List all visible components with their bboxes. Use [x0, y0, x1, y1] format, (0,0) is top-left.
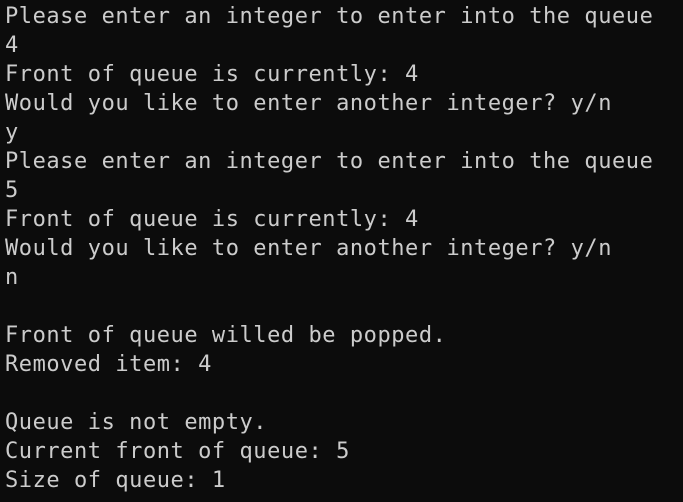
queue-size-status: Size of queue: 1: [5, 468, 226, 493]
user-input-value: 4: [5, 33, 19, 58]
prompt-continue: Would you like to enter another integer?…: [5, 91, 612, 116]
prompt-enter-integer: Please enter an integer to enter into th…: [5, 4, 654, 29]
removed-item-status: Removed item: 4: [5, 352, 212, 377]
pop-notice: Front of queue willed be popped.: [5, 323, 447, 348]
queue-empty-status: Queue is not empty.: [5, 410, 268, 435]
user-input-answer: n: [5, 265, 19, 290]
front-of-queue-status: Front of queue is currently: 4: [5, 207, 419, 232]
user-input-value: 5: [5, 178, 19, 203]
user-input-answer: y: [5, 120, 19, 145]
terminal-output[interactable]: Please enter an integer to enter into th…: [0, 0, 683, 502]
prompt-enter-integer: Please enter an integer to enter into th…: [5, 149, 654, 174]
prompt-continue: Would you like to enter another integer?…: [5, 236, 612, 261]
front-of-queue-status: Front of queue is currently: 4: [5, 62, 419, 87]
current-front-status: Current front of queue: 5: [5, 439, 350, 464]
